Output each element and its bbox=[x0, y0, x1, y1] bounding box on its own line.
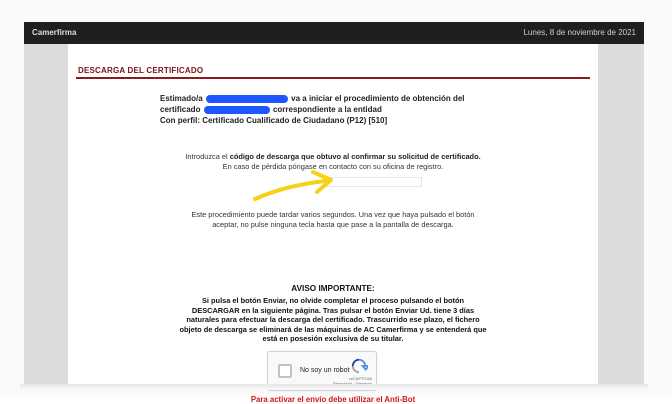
page-shadow bbox=[20, 384, 648, 390]
yellow-arrow-icon bbox=[253, 170, 333, 201]
screenshot-frame: Camerfirma Lunes, 8 de noviembre de 2021… bbox=[0, 0, 672, 404]
